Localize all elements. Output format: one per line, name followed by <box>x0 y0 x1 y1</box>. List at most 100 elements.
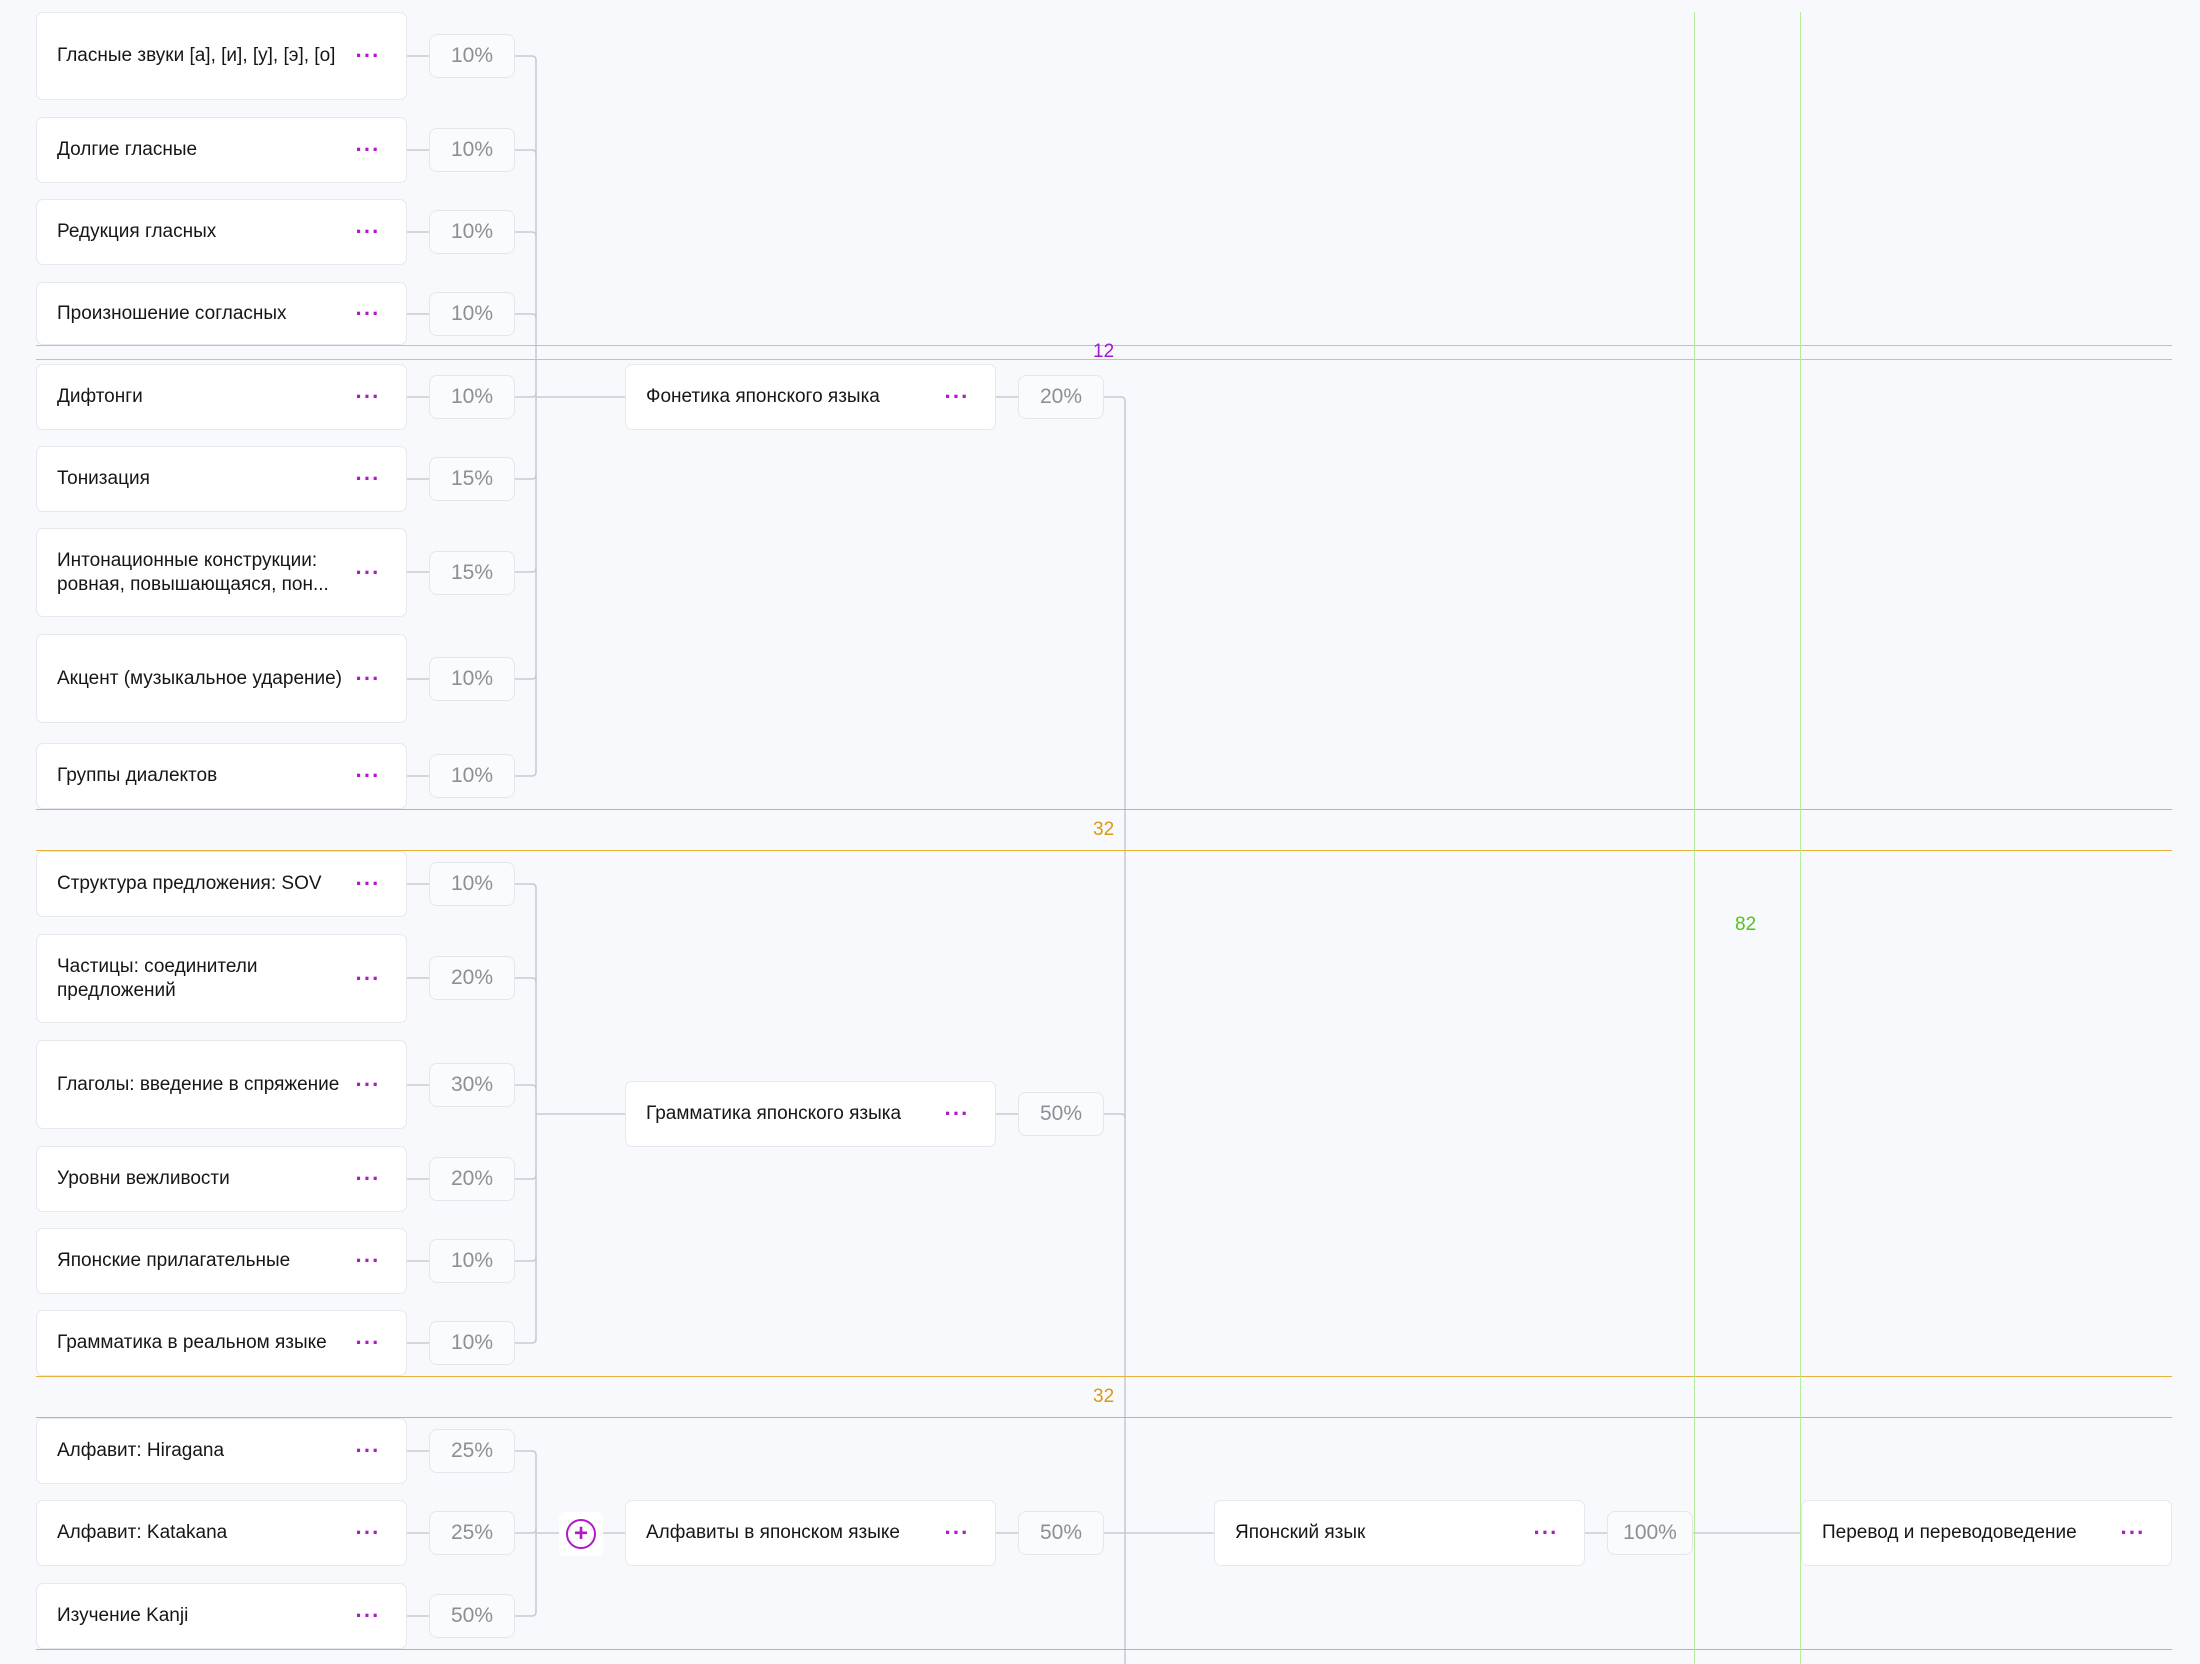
connector-grammar-arm <box>515 1256 537 1262</box>
leaf-card-l4[interactable]: Произношение согласных ··· <box>36 282 407 345</box>
leaf-card-l14[interactable]: Японские прилагательные ··· <box>36 1228 407 1294</box>
leaf-weight[interactable]: 20% <box>429 956 515 1000</box>
group-label: Алфавиты в японском языке <box>646 1522 900 1543</box>
leaf-card-l8[interactable]: Акцент (музыкальное ударение) ··· <box>36 634 407 723</box>
leaf-card-l3[interactable]: Редукция гласных ··· <box>36 199 407 265</box>
connector-grammar-arm <box>515 1084 537 1090</box>
more-horizontal-icon[interactable]: ··· <box>354 561 382 583</box>
connector-phonetics-arm <box>515 313 537 319</box>
leaf-label: Грамматика в реальном языке <box>57 1332 327 1353</box>
connector-grammar-arm <box>515 1174 537 1180</box>
subject-weight[interactable]: 100% <box>1607 1511 1693 1555</box>
leaf-weight[interactable]: 50% <box>429 1594 515 1638</box>
more-horizontal-icon[interactable]: ··· <box>354 1168 382 1190</box>
group-card-phonetics[interactable]: Фонетика японского языка ··· <box>625 364 996 430</box>
leaf-label: Глаголы: введение в спряжение <box>57 1073 340 1095</box>
add-circle-icon[interactable]: + <box>566 1519 596 1549</box>
more-horizontal-icon[interactable]: ··· <box>354 967 382 989</box>
leaf-label: Тонизация <box>57 468 150 489</box>
spacing-label-mid2: 32 <box>1093 1386 1115 1407</box>
more-horizontal-icon[interactable]: ··· <box>354 667 382 689</box>
leaf-weight[interactable]: 20% <box>429 1157 515 1201</box>
leaf-label: Частицы: соединители предложений <box>57 955 258 1001</box>
leaf-weight[interactable]: 10% <box>429 754 515 798</box>
leaf-label: Редукция гласных <box>57 221 217 242</box>
connector-phonetics-arm <box>515 674 537 680</box>
leaf-card-l6[interactable]: Тонизация ··· <box>36 446 407 512</box>
connector-alphabets-arm <box>515 1528 537 1534</box>
more-horizontal-icon[interactable]: ··· <box>354 1332 382 1354</box>
spacing-label-vertical: 82 <box>1735 914 1757 935</box>
leaf-weight[interactable]: 10% <box>429 34 515 78</box>
mindmap-canvas[interactable]: 12 32 32 82 Гласные звуки [а], [и], [у],… <box>0 0 2200 1664</box>
more-horizontal-icon[interactable]: ··· <box>354 1605 382 1627</box>
leaf-card-l12[interactable]: Глаголы: введение в спряжение ··· <box>36 1040 407 1129</box>
leaf-weight[interactable]: 10% <box>429 292 515 336</box>
leaf-card-l9[interactable]: Группы диалектов ··· <box>36 743 407 809</box>
root-card[interactable]: Перевод и переводоведение ··· <box>1801 1500 2172 1566</box>
more-horizontal-icon[interactable]: ··· <box>354 1073 382 1095</box>
subject-label: Японский язык <box>1235 1522 1366 1543</box>
more-horizontal-icon[interactable]: ··· <box>354 1250 382 1272</box>
group-weight[interactable]: 20% <box>1018 375 1104 419</box>
more-horizontal-icon[interactable]: ··· <box>1532 1522 1560 1544</box>
leaf-weight[interactable]: 10% <box>429 657 515 701</box>
more-horizontal-icon[interactable]: ··· <box>354 765 382 787</box>
leaf-card-l16[interactable]: Алфавит: Hiragana ··· <box>36 1418 407 1484</box>
leaf-label: Алфавит: Katakana <box>57 1522 228 1543</box>
guide-line-vertical-a <box>1694 12 1695 1664</box>
group-card-grammar[interactable]: Грамматика японского языка ··· <box>625 1081 996 1147</box>
leaf-weight[interactable]: 25% <box>429 1511 515 1555</box>
more-horizontal-icon[interactable]: ··· <box>354 1440 382 1462</box>
leaf-card-l17[interactable]: Алфавит: Katakana ··· <box>36 1500 407 1566</box>
group-label: Фонетика японского языка <box>646 386 880 407</box>
leaf-weight[interactable]: 10% <box>429 375 515 419</box>
more-horizontal-icon[interactable]: ··· <box>354 873 382 895</box>
more-horizontal-icon[interactable]: ··· <box>354 302 382 324</box>
leaf-card-l2[interactable]: Долгие гласные ··· <box>36 117 407 183</box>
leaf-weight[interactable]: 25% <box>429 1429 515 1473</box>
leaf-weight[interactable]: 10% <box>429 1321 515 1365</box>
guide-line-mid1-a <box>36 809 2172 810</box>
leaf-weight[interactable]: 15% <box>429 551 515 595</box>
leaf-card-l10[interactable]: Структура предложения: SOV ··· <box>36 851 407 917</box>
leaf-weight[interactable]: 10% <box>429 210 515 254</box>
connector-phonetics-arm <box>515 474 537 480</box>
more-horizontal-icon[interactable]: ··· <box>943 1522 971 1544</box>
leaf-card-l18[interactable]: Изучение Kanji ··· <box>36 1583 407 1649</box>
connector-grammar-arm <box>515 1338 537 1344</box>
leaf-card-l11[interactable]: Частицы: соединители предложений ··· <box>36 934 407 1023</box>
guide-line-mid2-a <box>36 1376 2172 1377</box>
leaf-label: Произношение согласных <box>57 302 287 324</box>
leaf-weight[interactable]: 10% <box>429 1239 515 1283</box>
leaf-card-l13[interactable]: Уровни вежливости ··· <box>36 1146 407 1212</box>
group-weight[interactable]: 50% <box>1018 1092 1104 1136</box>
leaf-card-l15[interactable]: Грамматика в реальном языке ··· <box>36 1310 407 1376</box>
leaf-weight[interactable]: 15% <box>429 457 515 501</box>
group-weight[interactable]: 50% <box>1018 1511 1104 1555</box>
more-horizontal-icon[interactable]: ··· <box>354 1522 382 1544</box>
more-horizontal-icon[interactable]: ··· <box>354 45 382 67</box>
leaf-label: Алфавит: Hiragana <box>57 1440 225 1461</box>
subject-card[interactable]: Японский язык ··· <box>1214 1500 1585 1566</box>
root-label: Перевод и переводоведение <box>1822 1522 2077 1543</box>
more-horizontal-icon[interactable]: ··· <box>943 1103 971 1125</box>
leaf-weight[interactable]: 10% <box>429 862 515 906</box>
more-horizontal-icon[interactable]: ··· <box>943 386 971 408</box>
leaf-label: Акцент (музыкальное ударение) <box>57 667 343 689</box>
more-horizontal-icon[interactable]: ··· <box>354 139 382 161</box>
more-horizontal-icon[interactable]: ··· <box>354 386 382 408</box>
group-card-alphabets[interactable]: Алфавиты в японском языке ··· <box>625 1500 996 1566</box>
connector-grammar-arm <box>515 883 537 889</box>
connector-phonetics-arm <box>515 55 537 61</box>
leaf-card-l5[interactable]: Дифтонги ··· <box>36 364 407 430</box>
leaf-card-l7[interactable]: Интонационные конструкции: ровная, повыш… <box>36 528 407 617</box>
guide-line-bottom <box>36 1649 2172 1650</box>
more-horizontal-icon[interactable]: ··· <box>354 468 382 490</box>
leaf-weight[interactable]: 30% <box>429 1063 515 1107</box>
connector-grammar-arm <box>515 977 537 983</box>
leaf-weight[interactable]: 10% <box>429 128 515 172</box>
more-horizontal-icon[interactable]: ··· <box>354 221 382 243</box>
more-horizontal-icon[interactable]: ··· <box>2119 1522 2147 1544</box>
leaf-card-l1[interactable]: Гласные звуки [а], [и], [у], [э], [о] ··… <box>36 12 407 100</box>
